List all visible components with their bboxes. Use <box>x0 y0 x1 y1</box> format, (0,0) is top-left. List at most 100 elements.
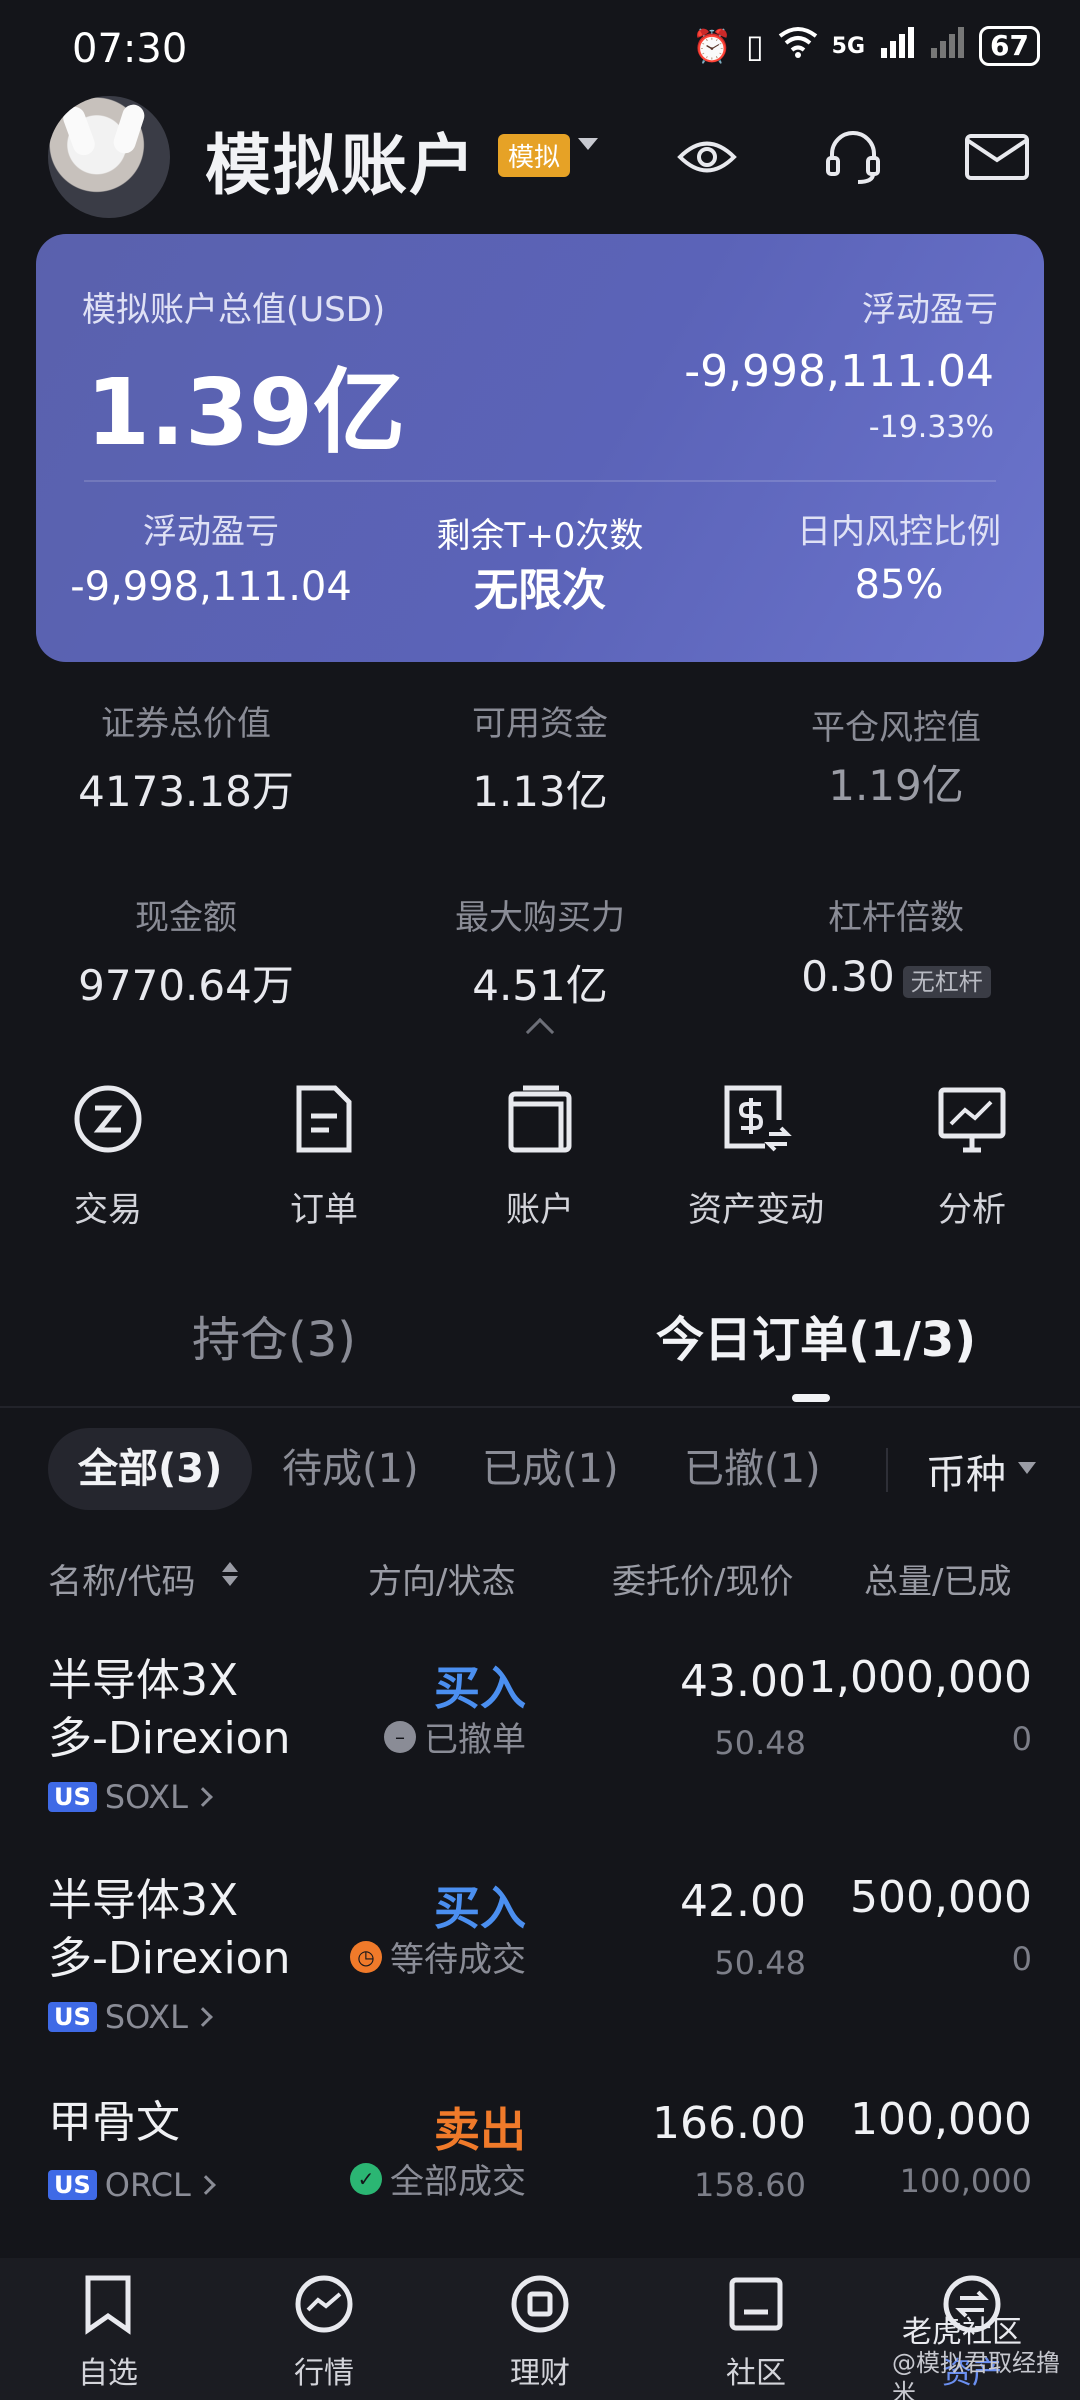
filter-separator <box>886 1448 888 1492</box>
order-icon <box>296 1085 352 1153</box>
action-label: 订单 <box>290 1190 358 1230</box>
total-value: 1.39亿 <box>86 359 405 466</box>
stat-value: 85% <box>854 562 944 608</box>
vibrate-icon: ▯ <box>746 27 764 65</box>
wallet-icon <box>508 1085 572 1153</box>
market-tag: US <box>48 2002 97 2032</box>
nav-community[interactable]: 社区 <box>676 2272 836 2392</box>
signal-icon <box>879 26 915 66</box>
order-direction: 买入 <box>434 1661 526 1715</box>
leverage-number: 0.30 <box>801 952 895 1001</box>
account-button[interactable]: 账户 <box>450 1080 630 1231</box>
collapse-icon[interactable] <box>525 1017 555 1047</box>
chevron-right-icon <box>193 2007 213 2027</box>
tab-today-orders[interactable]: 今日订单(1/3) <box>656 1300 976 1370</box>
account-summary-card[interactable]: 模拟账户总值(USD) 1.39亿 浮动盈亏 -9,998,111.04 -19… <box>36 234 1044 662</box>
filter-all[interactable]: 全部(3) <box>48 1428 253 1510</box>
filter-pending[interactable]: 待成(1) <box>252 1428 449 1510</box>
card-divider <box>84 480 996 482</box>
status-time: 07:30 <box>72 26 188 72</box>
asset-change-icon <box>724 1085 792 1152</box>
market-icon <box>295 2275 353 2333</box>
total-quantity: 100,000 <box>850 2094 1032 2145</box>
metric-value: 1.13亿 <box>472 767 608 816</box>
order-status: – 已撤单 <box>166 1712 526 1761</box>
no-leverage-tag: 无杠杆 <box>902 966 991 998</box>
nav-wealth[interactable]: 理财 <box>460 2272 620 2392</box>
currency-filter[interactable]: 币种 <box>926 1442 1006 1500</box>
total-value-label: 模拟账户总值(USD) <box>82 290 386 330</box>
table-row[interactable]: 半导体3X 多-Direxion US SOXL 买入 – 已撤单 43.00 50… <box>0 1640 1080 1860</box>
account-dropdown-icon[interactable] <box>578 138 598 150</box>
nav-label: 理财 <box>510 2356 570 2391</box>
analysis-button[interactable]: 分析 <box>882 1080 1062 1231</box>
asset-change-button[interactable]: 资产变动 <box>666 1080 846 1231</box>
nav-market[interactable]: 行情 <box>244 2272 404 2392</box>
currency-dropdown-icon[interactable] <box>1018 1462 1036 1474</box>
signal-2-icon <box>929 26 965 66</box>
stock-code[interactable]: US SOXL <box>48 1998 213 2036</box>
wifi-icon <box>778 26 818 66</box>
market-tag: US <box>48 1782 97 1812</box>
order-direction: 卖出 <box>434 2103 526 2157</box>
filter-cancelled[interactable]: 已撤(1) <box>654 1428 851 1510</box>
stock-code[interactable]: US SOXL <box>48 1778 213 1816</box>
header-quantity: 总量/已成 <box>864 1562 1012 1602</box>
analysis-icon <box>938 1087 1006 1153</box>
trade-icon <box>74 1085 142 1153</box>
customer-service-icon[interactable] <box>818 122 888 192</box>
avatar[interactable] <box>48 96 170 218</box>
clock-icon: ◷ <box>350 1940 382 1973</box>
community-icon <box>729 2277 783 2331</box>
filled-quantity: 0 <box>1011 1720 1032 1758</box>
action-label: 交易 <box>74 1190 142 1230</box>
cancelled-icon: – <box>384 1720 416 1753</box>
tab-positions[interactable]: 持仓(3) <box>192 1300 356 1370</box>
market-tag: US <box>48 2170 97 2200</box>
stat-value: -9,998,111.04 <box>70 564 352 610</box>
metric-value: 4173.18万 <box>78 767 294 816</box>
stat-label: 剩余T+0次数 <box>436 516 644 556</box>
metric-label: 杠杆倍数 <box>828 898 964 938</box>
nav-label: 自选 <box>78 2356 138 2391</box>
chevron-right-icon <box>193 1787 213 1807</box>
table-row[interactable]: 半导体3X 多-Direxion US SOXL 买入 ◷ 等待成交 42.00 5… <box>0 1862 1080 2082</box>
status-icons: ⏰ ▯ 5G 67 <box>692 26 1040 66</box>
stat-label: 浮动盈亏 <box>143 512 279 552</box>
simulated-badge: 模拟 <box>498 134 571 177</box>
nav-label: 社区 <box>726 2356 786 2391</box>
tab-indicator <box>792 1394 830 1402</box>
metric-value: 9770.64万 <box>78 961 294 1010</box>
metric-label: 平仓风控值 <box>811 708 981 748</box>
order-status: ◷ 等待成交 <box>166 1932 526 1981</box>
battery-icon: 67 <box>979 26 1040 66</box>
network-type: 5G <box>831 33 866 59</box>
trade-button[interactable]: 交易 <box>18 1080 198 1231</box>
nav-label: 行情 <box>294 2356 354 2391</box>
check-icon: ✓ <box>350 2162 382 2195</box>
mail-icon[interactable] <box>962 122 1032 192</box>
eye-icon[interactable] <box>672 122 742 192</box>
header-price: 委托价/现价 <box>612 1562 794 1602</box>
sort-icon[interactable] <box>220 1558 240 1590</box>
order-status: ✓ 全部成交 <box>166 2154 526 2203</box>
order-button[interactable]: 订单 <box>234 1080 414 1231</box>
filled-quantity: 0 <box>1011 1940 1032 1978</box>
tab-divider <box>0 1406 1080 1408</box>
header-name-code[interactable]: 名称/代码 <box>48 1554 195 1603</box>
code-text: SOXL <box>104 1998 188 2036</box>
filter-filled[interactable]: 已成(1) <box>452 1428 649 1510</box>
nav-watchlist[interactable]: 自选 <box>28 2272 188 2392</box>
metric-label: 最大购买力 <box>455 898 625 938</box>
action-label: 账户 <box>506 1190 574 1230</box>
metric-label: 可用资金 <box>472 704 608 744</box>
metric-value: 1.19亿 <box>828 761 964 810</box>
watermark: 老虎社区 @模拟君取经撸米 <box>892 2318 1080 2400</box>
action-label: 分析 <box>938 1190 1006 1230</box>
alarm-icon: ⏰ <box>692 27 733 65</box>
status-bar: 07:30 ⏰ ▯ 5G 67 <box>0 0 1080 100</box>
stat-label: 日内风控比例 <box>797 512 1001 552</box>
metric-value: 4.51亿 <box>472 961 608 1010</box>
account-title[interactable]: 模拟账户 <box>205 112 477 208</box>
table-row[interactable]: 甲骨文 US ORCL 卖出 ✓ 全部成交 166.00 158.60 100,00… <box>0 2084 1080 2254</box>
